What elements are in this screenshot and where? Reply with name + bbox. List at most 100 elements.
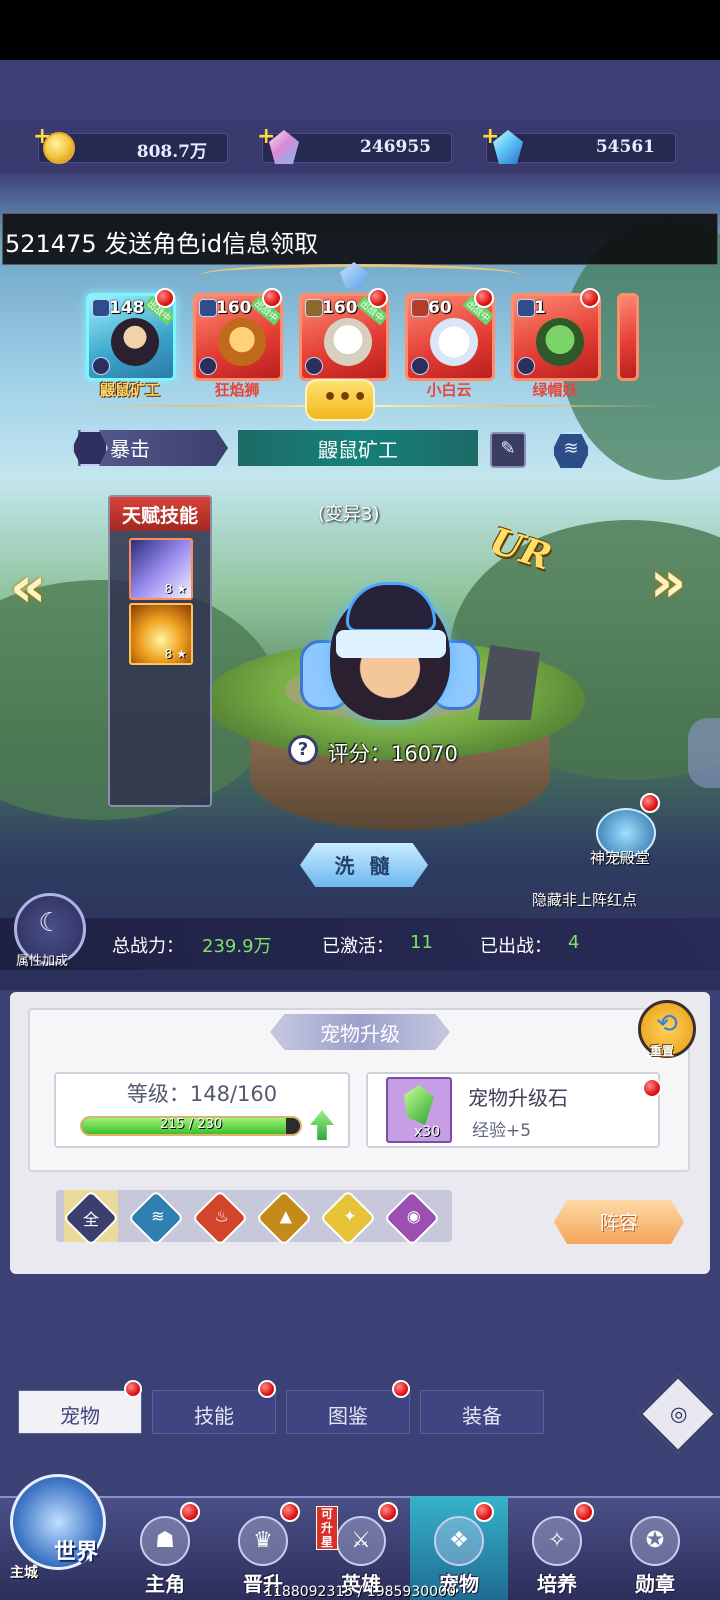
pet-name-5: 绿帽妖 (532, 381, 578, 399)
pet-level: 160 (322, 298, 358, 318)
tab-skill[interactable]: 技能 (152, 1390, 276, 1434)
pet-score: 评分：16070 (328, 742, 458, 766)
status-area (0, 0, 720, 60)
crystal-value: 246955 (360, 137, 431, 157)
wash-marrow-button[interactable]: 洗 髓 (300, 843, 428, 887)
add-crystal-icon[interactable]: + (257, 124, 275, 149)
banner-text: 521475 发送角色id信息领取 (5, 230, 319, 258)
level-text: 等级：148/160 (126, 1082, 278, 1106)
talent-skill-1[interactable]: 8 ★ (129, 538, 193, 600)
earth-element-icon (305, 299, 323, 317)
cloud-portrait (430, 318, 478, 366)
info-banner: 521475 发送角色id信息领取 (2, 213, 718, 265)
medal-icon: ✪ (630, 1516, 680, 1566)
diamond-resource[interactable]: + 54561 (481, 124, 676, 164)
pet-1-reddot (155, 288, 175, 308)
pet-name-1: 鼹鼠矿工 (99, 381, 160, 399)
fire-element-icon (411, 299, 429, 317)
pet-level: 60 (428, 298, 452, 318)
stone-reddot (642, 1078, 662, 1098)
chat-dots: ••• (323, 385, 369, 410)
rename-button[interactable]: ✎ (490, 432, 526, 468)
helmet-icon: ☗ (140, 1516, 190, 1566)
nav-promote-reddot (280, 1502, 300, 1522)
pet-hall-label: 神宠殿堂 (590, 849, 651, 867)
compass-star-icon: ✧ (532, 1516, 582, 1566)
filter-dark-label: ◉ (406, 1206, 421, 1226)
pet-2-reddot (262, 288, 282, 308)
tab-skill-reddot (258, 1380, 276, 1398)
pet-hall-reddot (640, 793, 660, 813)
pet-3-reddot (368, 288, 388, 308)
talent-header: 天赋技能 (110, 497, 210, 531)
filter-light-label: ✦ (343, 1206, 357, 1226)
tab-pet-label: 宠物 (60, 1404, 100, 1428)
tab-codex-label: 图鉴 (328, 1404, 368, 1428)
add-diamond-icon[interactable]: + (481, 124, 499, 149)
tab-pet-reddot (124, 1380, 142, 1398)
tab-equipment[interactable]: 装备 (420, 1390, 544, 1434)
chat-bubble-button[interactable]: ••• (305, 379, 375, 421)
nav-pets-reddot (474, 1502, 494, 1522)
tab-codex[interactable]: 图鉴 (286, 1390, 410, 1434)
world-label: 世界 (54, 1540, 99, 1565)
pet-name-2: 狂焰狮 (214, 381, 260, 399)
hide-reddot-toggle[interactable]: 隐藏非上阵红点 (532, 889, 637, 910)
light-element-icon (517, 357, 535, 375)
filter-water-label: ≋ (151, 1206, 165, 1226)
crystal-resource[interactable]: + 246955 (257, 124, 452, 164)
score-help-icon[interactable]: ? (288, 735, 318, 765)
pet-level: 148 (109, 298, 145, 318)
pet-4-reddot (474, 288, 494, 308)
pet-level: 160 (216, 298, 252, 318)
moon-star-icon: ☾ (38, 908, 62, 938)
exp-text: 215 / 230 (159, 1117, 223, 1132)
stone-count: x30 (414, 1124, 441, 1140)
water-element-icon (199, 299, 217, 317)
city-label: 主城 (10, 1565, 38, 1581)
water-wave-icon: ≋ (563, 438, 579, 459)
upgrade-title: 宠物升级 (320, 1022, 400, 1046)
stone-name: 宠物升级石 (468, 1086, 568, 1110)
add-gold-icon[interactable]: + (33, 124, 51, 149)
lion-portrait (218, 318, 266, 366)
nav-heroes-reddot (378, 1502, 398, 1522)
lineup-button[interactable]: 阵容 (554, 1200, 684, 1244)
tab-codex-reddot (392, 1380, 410, 1398)
trait-label: 暴击 (110, 437, 150, 461)
dark-element-icon-2 (411, 357, 429, 375)
water-element-icon-3 (305, 357, 323, 375)
pet-level: 1 (534, 298, 546, 318)
talent-skill-2[interactable]: 8 ★ (129, 603, 193, 665)
mole-miner-portrait (111, 318, 159, 366)
gold-resource[interactable]: + 808.7万 (33, 124, 228, 164)
water-element-icon-2 (199, 357, 217, 375)
side-drawer-handle[interactable] (688, 718, 720, 788)
current-pet-name: 鼹鼠矿工 (318, 438, 398, 462)
wash-label: 洗 髓 (334, 854, 394, 878)
lineup-label: 阵容 (599, 1212, 638, 1234)
activated-value: 11 (410, 932, 433, 953)
attribute-bonus-label: 属性加成 (16, 954, 69, 969)
next-pet-arrow[interactable]: » (650, 550, 686, 615)
nav-cultivate-reddot (574, 1502, 594, 1522)
reset-arrows-icon: ⟲ (656, 1009, 678, 1039)
tab-equipment-label: 装备 (462, 1404, 502, 1428)
deployed-value: 4 (568, 932, 580, 953)
previous-pet-arrow[interactable]: « (10, 555, 46, 620)
green-hat-portrait (536, 318, 584, 366)
world-button[interactable]: 世界 主城 (4, 1470, 112, 1598)
stone-exp: 经验+5 (472, 1121, 532, 1141)
pet-sprite-scarf (336, 630, 446, 658)
pet-5-reddot (580, 288, 600, 308)
diamond-value: 54561 (595, 137, 655, 157)
footer-id-text: 1188092315 / 1985930000 (264, 1584, 456, 1600)
crown-wings-icon: ♛ (238, 1516, 288, 1566)
tab-pet[interactable]: 宠物 (18, 1390, 142, 1434)
pet-name-4: 小白云 (426, 381, 472, 399)
water-element-icon (92, 299, 110, 317)
skill-level: 8 ★ (164, 647, 187, 661)
deployed-label: 已出战： (480, 936, 552, 957)
pet-card-6-partial[interactable] (617, 293, 639, 381)
sheep-portrait (324, 318, 372, 366)
